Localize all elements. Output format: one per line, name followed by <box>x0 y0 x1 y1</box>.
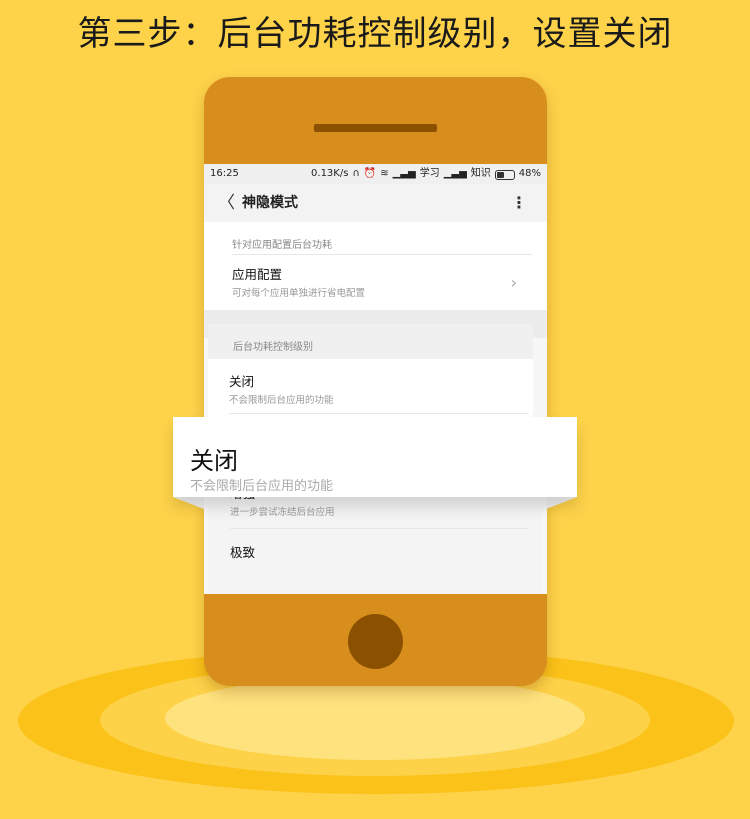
status-right: 0.13K/s ∩ ⏰ ≋ ▁▃▅ 学习 ▁▃▅ 知识 48% <box>311 164 541 184</box>
divider <box>229 413 529 414</box>
option-title: 极致 <box>230 545 256 560</box>
phone-speaker <box>314 124 437 132</box>
option-subtitle: 不会限制后台应用的功能 <box>229 395 334 406</box>
option-subtitle: 进一步尝试冻结后台应用 <box>230 507 335 518</box>
network-speed: 0.13K/s <box>311 168 349 179</box>
status-bar: 16:25 0.13K/s ∩ ⏰ ≋ ▁▃▅ 学习 ▁▃▅ 知识 48% <box>204 164 547 184</box>
page-title: 神隐模式 <box>242 195 298 211</box>
signal-icon: ▁▃▅ <box>392 168 416 179</box>
background-ring-inner <box>165 676 585 760</box>
app-config-row[interactable]: 应用配置 可对每个应用单独进行省电配置 <box>204 255 547 310</box>
alarm-icon: ⏰ <box>363 168 377 179</box>
wifi-icon: ≋ <box>380 168 389 179</box>
page-heading: 第三步：后台功耗控制级别，设置关闭 <box>77 14 673 54</box>
popup-subtitle: 不会限制后台应用的功能 <box>190 479 334 494</box>
battery-level: 48% <box>518 168 541 179</box>
more-vertical-icon[interactable]: ⋮ <box>511 184 527 222</box>
signal-icon-2: ▁▃▅ <box>443 168 467 179</box>
section-label: 后台功耗控制级别 <box>233 342 313 353</box>
popup-title: 关闭 <box>190 447 238 475</box>
app-bar: 〈 神隐模式 ⋮ <box>204 184 547 222</box>
popup-fold-right <box>546 497 577 509</box>
app-config-section: 针对应用配置后台功耗 应用配置 可对每个应用单独进行省电配置 › <box>204 222 547 310</box>
back-arrow-icon[interactable]: 〈 <box>218 184 235 222</box>
carrier-1: 学习 <box>419 168 440 179</box>
power-level-header: 后台功耗控制级别 <box>208 324 533 359</box>
battery-icon <box>494 170 515 180</box>
app-config-subtitle: 可对每个应用单独进行省电配置 <box>232 288 366 299</box>
phone-illustration: 16:25 0.13K/s ∩ ⏰ ≋ ▁▃▅ 学习 ▁▃▅ 知识 48% 〈 … <box>204 77 547 686</box>
home-button <box>348 614 403 669</box>
headphone-icon: ∩ <box>352 168 360 179</box>
phone-screen: 16:25 0.13K/s ∩ ⏰ ≋ ▁▃▅ 学习 ▁▃▅ 知识 48% 〈 … <box>204 164 547 594</box>
app-config-title: 应用配置 <box>232 267 283 282</box>
divider <box>230 528 528 529</box>
status-time: 16:25 <box>210 168 239 179</box>
carrier-2: 知识 <box>470 168 491 179</box>
option-extreme-row[interactable]: 极致 <box>208 530 543 570</box>
highlight-popup-off-option: 关闭 不会限制后台应用的功能 <box>173 417 577 497</box>
option-title: 关闭 <box>229 374 255 389</box>
popup-fold-left <box>173 497 204 509</box>
section-label: 针对应用配置后台功耗 <box>232 240 332 251</box>
option-off-row[interactable]: 关闭 不会限制后台应用的功能 <box>208 359 533 419</box>
chevron-right-icon: › <box>510 273 517 292</box>
